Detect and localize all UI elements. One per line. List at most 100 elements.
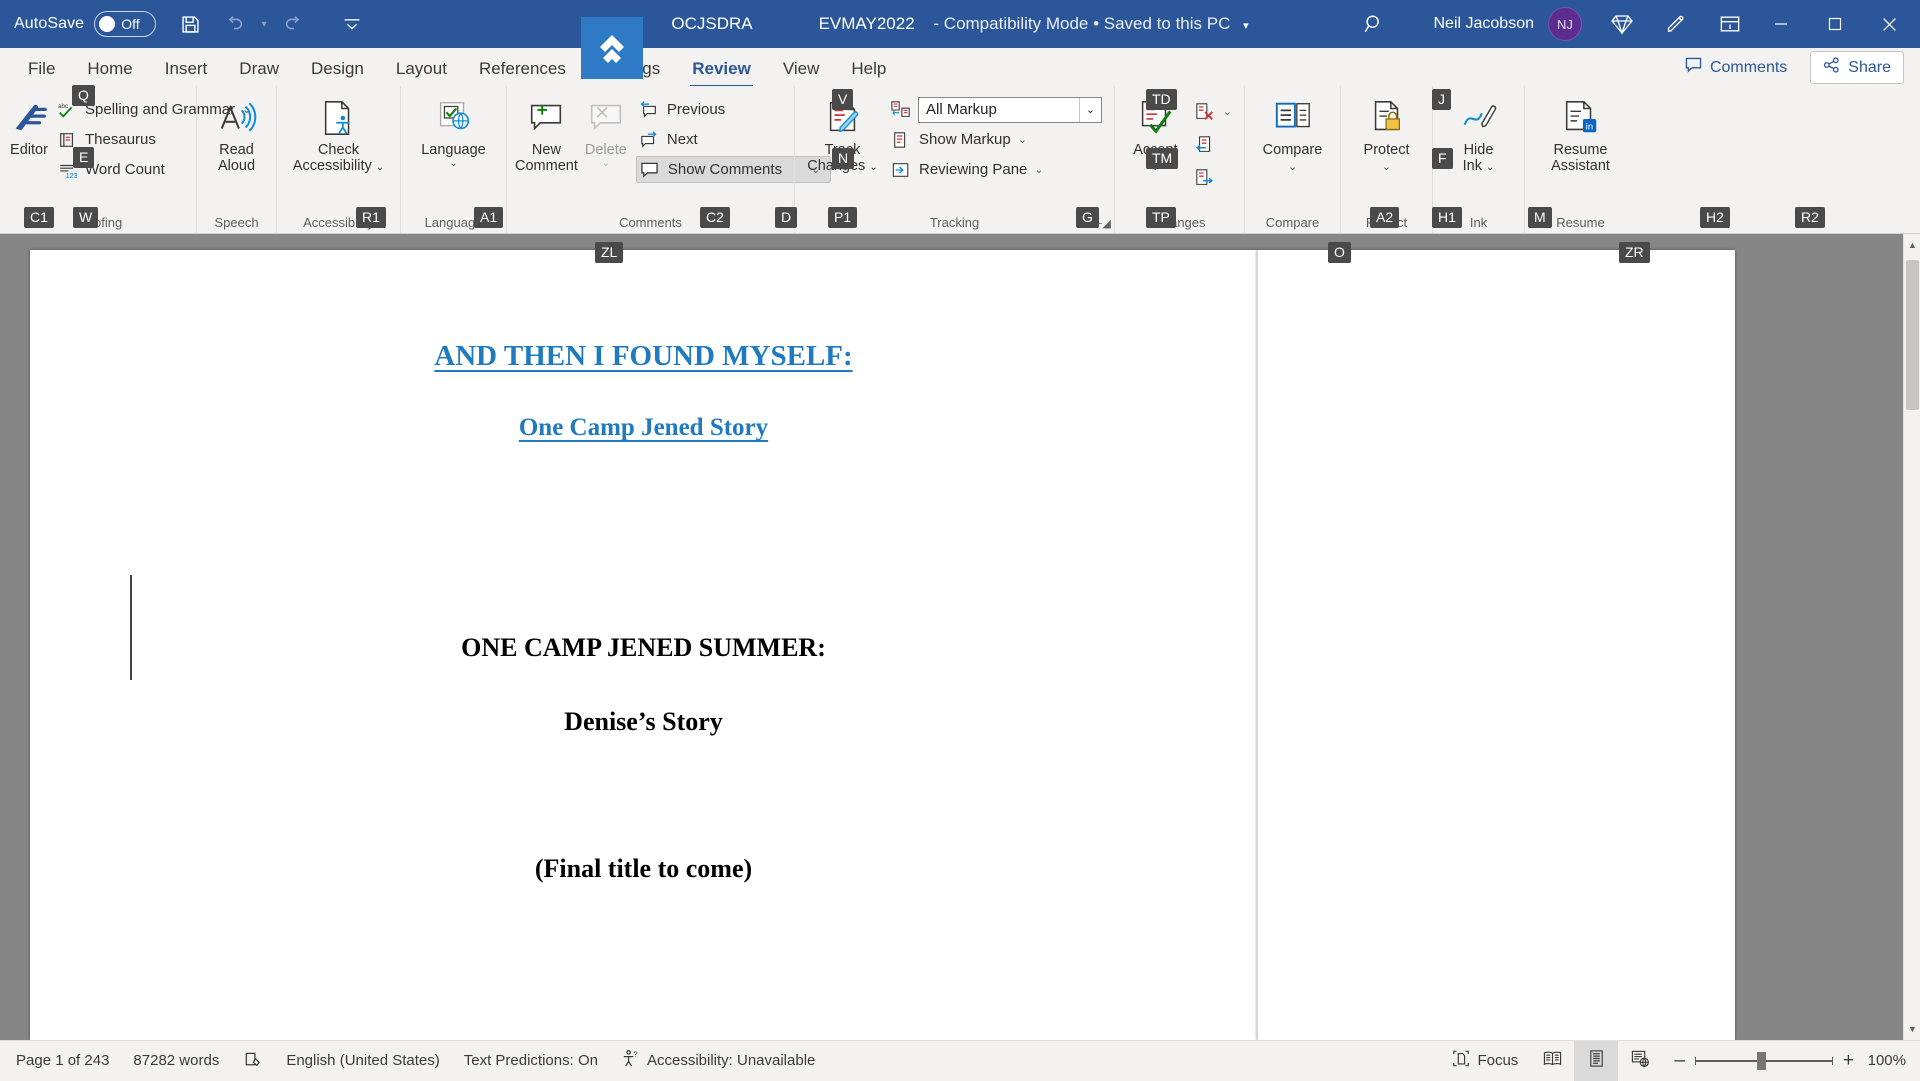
read-mode-button[interactable] bbox=[1530, 1041, 1574, 1081]
keytip-q: Q bbox=[72, 85, 95, 106]
scroll-up-icon[interactable]: ▲ bbox=[1904, 236, 1920, 254]
zoom-thumb[interactable] bbox=[1757, 1052, 1766, 1070]
tab-insert[interactable]: Insert bbox=[149, 52, 224, 86]
search-icon[interactable] bbox=[1352, 4, 1396, 44]
customize-quick-access-toolbar-icon[interactable] bbox=[330, 4, 374, 44]
chevron-down-icon[interactable]: ⌄ bbox=[1288, 160, 1297, 173]
print-layout-button[interactable] bbox=[1574, 1041, 1618, 1081]
accessibility-indicator[interactable]: ? Accessibility: Unavailable bbox=[610, 1041, 827, 1081]
doc-heading-5[interactable]: (Final title to come) bbox=[30, 854, 1257, 884]
word-count-indicator[interactable]: 87282 words bbox=[121, 1041, 231, 1081]
new-comment-button[interactable]: NewComment bbox=[513, 92, 580, 178]
read-aloud-label: ReadAloud bbox=[218, 142, 255, 174]
zoom-percentage[interactable]: 100% bbox=[1866, 1052, 1920, 1069]
autosave-toggle[interactable]: Off bbox=[94, 11, 156, 37]
scrollbar-thumb[interactable] bbox=[1906, 260, 1919, 410]
undo-icon[interactable] bbox=[212, 4, 256, 44]
scroll-down-icon[interactable]: ▼ bbox=[1904, 1020, 1920, 1038]
tab-references[interactable]: References bbox=[463, 52, 582, 86]
comments-button[interactable]: Comments bbox=[1672, 51, 1800, 84]
keytip-tm: TM bbox=[1146, 148, 1178, 169]
reviewing-pane-icon bbox=[890, 161, 912, 179]
tab-home[interactable]: Home bbox=[71, 52, 148, 86]
tab-help[interactable]: Help bbox=[835, 52, 902, 86]
web-layout-icon bbox=[1630, 1049, 1650, 1072]
editor-button[interactable]: Editor bbox=[6, 92, 52, 162]
text-predictions-indicator[interactable]: Text Predictions: On bbox=[452, 1041, 610, 1081]
check-accessibility-label: CheckAccessibility ⌄ bbox=[293, 142, 384, 176]
zoom-in-button[interactable]: + bbox=[1843, 1050, 1854, 1072]
app-overlay-icon bbox=[581, 17, 643, 79]
compare-button[interactable]: Compare ⌄ bbox=[1251, 92, 1334, 177]
show-markup-button[interactable]: Show Markup ⌄ bbox=[888, 126, 1108, 153]
check-accessibility-button[interactable]: CheckAccessibility ⌄ bbox=[283, 92, 394, 180]
chevron-down-icon[interactable]: ⌄ bbox=[1223, 105, 1232, 118]
microsoft-365-diamond-icon[interactable] bbox=[1600, 4, 1644, 44]
undo-dropdown-icon[interactable]: ▾ bbox=[256, 4, 272, 44]
tab-view[interactable]: View bbox=[767, 52, 836, 86]
share-button[interactable]: Share bbox=[1810, 51, 1904, 84]
read-aloud-button[interactable]: ReadAloud bbox=[203, 92, 270, 178]
tab-design[interactable]: Design bbox=[295, 52, 380, 86]
document-title-head: OCJSDRA bbox=[671, 14, 752, 33]
reject-change-button[interactable]: ⌄ bbox=[1192, 98, 1238, 125]
group-label-speech: Speech bbox=[203, 213, 270, 233]
comment-icon bbox=[1685, 57, 1702, 78]
compare-documents-icon bbox=[1272, 96, 1314, 140]
tab-file[interactable]: File bbox=[12, 52, 71, 86]
display-for-review-combo[interactable]: All Markup ⌄ bbox=[918, 97, 1102, 123]
doc-heading-4[interactable]: Denise’s Story bbox=[30, 707, 1257, 737]
chevron-down-icon[interactable]: ▾ bbox=[1243, 19, 1249, 32]
show-comments-icon bbox=[639, 161, 661, 178]
language-indicator[interactable]: English (United States) bbox=[274, 1041, 451, 1081]
chevron-down-icon[interactable]: ⌄ bbox=[1382, 160, 1391, 173]
pen-highlighter-icon[interactable] bbox=[1654, 4, 1698, 44]
tab-layout[interactable]: Layout bbox=[380, 52, 463, 86]
close-button[interactable] bbox=[1862, 0, 1916, 48]
save-icon[interactable] bbox=[168, 4, 212, 44]
redo-icon[interactable] bbox=[272, 4, 316, 44]
delete-comment-button[interactable]: Delete⌄ bbox=[582, 92, 630, 174]
previous-change-button[interactable] bbox=[1192, 131, 1238, 158]
group-label-compare: Compare bbox=[1251, 213, 1334, 233]
avatar[interactable]: NJ bbox=[1548, 7, 1582, 41]
tab-draw[interactable]: Draw bbox=[223, 52, 295, 86]
document-page-1[interactable]: AND THEN I FOUND MYSELF: One Camp Jened … bbox=[30, 250, 1257, 1040]
zoom-out-button[interactable]: – bbox=[1674, 1050, 1685, 1072]
compare-label: Compare bbox=[1263, 142, 1323, 158]
doc-heading-2[interactable]: One Camp Jened Story bbox=[30, 414, 1257, 442]
resume-assistant-button[interactable]: in ResumeAssistant bbox=[1531, 92, 1630, 178]
chevron-down-icon[interactable]: ⌄ bbox=[1034, 163, 1043, 176]
minimize-button[interactable] bbox=[1754, 0, 1808, 48]
maximize-button[interactable] bbox=[1808, 0, 1862, 48]
quick-access-toolbar: AutoSave Off ▾ bbox=[0, 4, 374, 44]
next-comment-label: Next bbox=[667, 131, 698, 148]
web-layout-button[interactable] bbox=[1618, 1041, 1662, 1081]
chevron-down-icon[interactable]: ⌄ bbox=[1018, 133, 1027, 146]
accessibility-label: Accessibility: Unavailable bbox=[647, 1052, 815, 1069]
vertical-scrollbar[interactable]: ▲ ▼ bbox=[1903, 234, 1920, 1040]
user-name[interactable]: Neil Jacobson bbox=[1434, 15, 1535, 33]
next-comment-icon bbox=[638, 131, 660, 149]
status-bar-right: Focus bbox=[1440, 1041, 1920, 1081]
protect-button[interactable]: Protect ⌄ bbox=[1347, 92, 1426, 177]
doc-heading-3[interactable]: ONE CAMP JENED SUMMER: bbox=[30, 633, 1257, 663]
reviewing-pane-button[interactable]: Reviewing Pane ⌄ bbox=[888, 156, 1108, 183]
ribbon-group-changes: Accept ⌄ ⌄ bbox=[1114, 86, 1244, 233]
share-label: Share bbox=[1848, 59, 1891, 77]
zoom-track[interactable] bbox=[1695, 1060, 1833, 1062]
ribbon-display-options-icon[interactable] bbox=[1708, 4, 1752, 44]
language-button[interactable]: Language⌄ bbox=[407, 92, 500, 174]
tab-review[interactable]: Review bbox=[676, 52, 767, 86]
previous-change-icon bbox=[1194, 135, 1216, 155]
focus-mode-button[interactable]: Focus bbox=[1440, 1041, 1530, 1081]
avatar-initials: NJ bbox=[1557, 17, 1573, 32]
next-change-icon bbox=[1194, 168, 1216, 188]
next-change-button[interactable] bbox=[1192, 164, 1238, 191]
page-indicator[interactable]: Page 1 of 243 bbox=[0, 1041, 121, 1081]
doc-heading-1[interactable]: AND THEN I FOUND MYSELF: bbox=[30, 340, 1257, 373]
proofing-errors-icon[interactable] bbox=[231, 1041, 274, 1081]
document-page-1-right-half[interactable] bbox=[1257, 250, 1735, 1040]
chevron-down-icon[interactable]: ⌄ bbox=[1079, 98, 1101, 122]
zoom-slider[interactable]: – + bbox=[1662, 1050, 1866, 1072]
